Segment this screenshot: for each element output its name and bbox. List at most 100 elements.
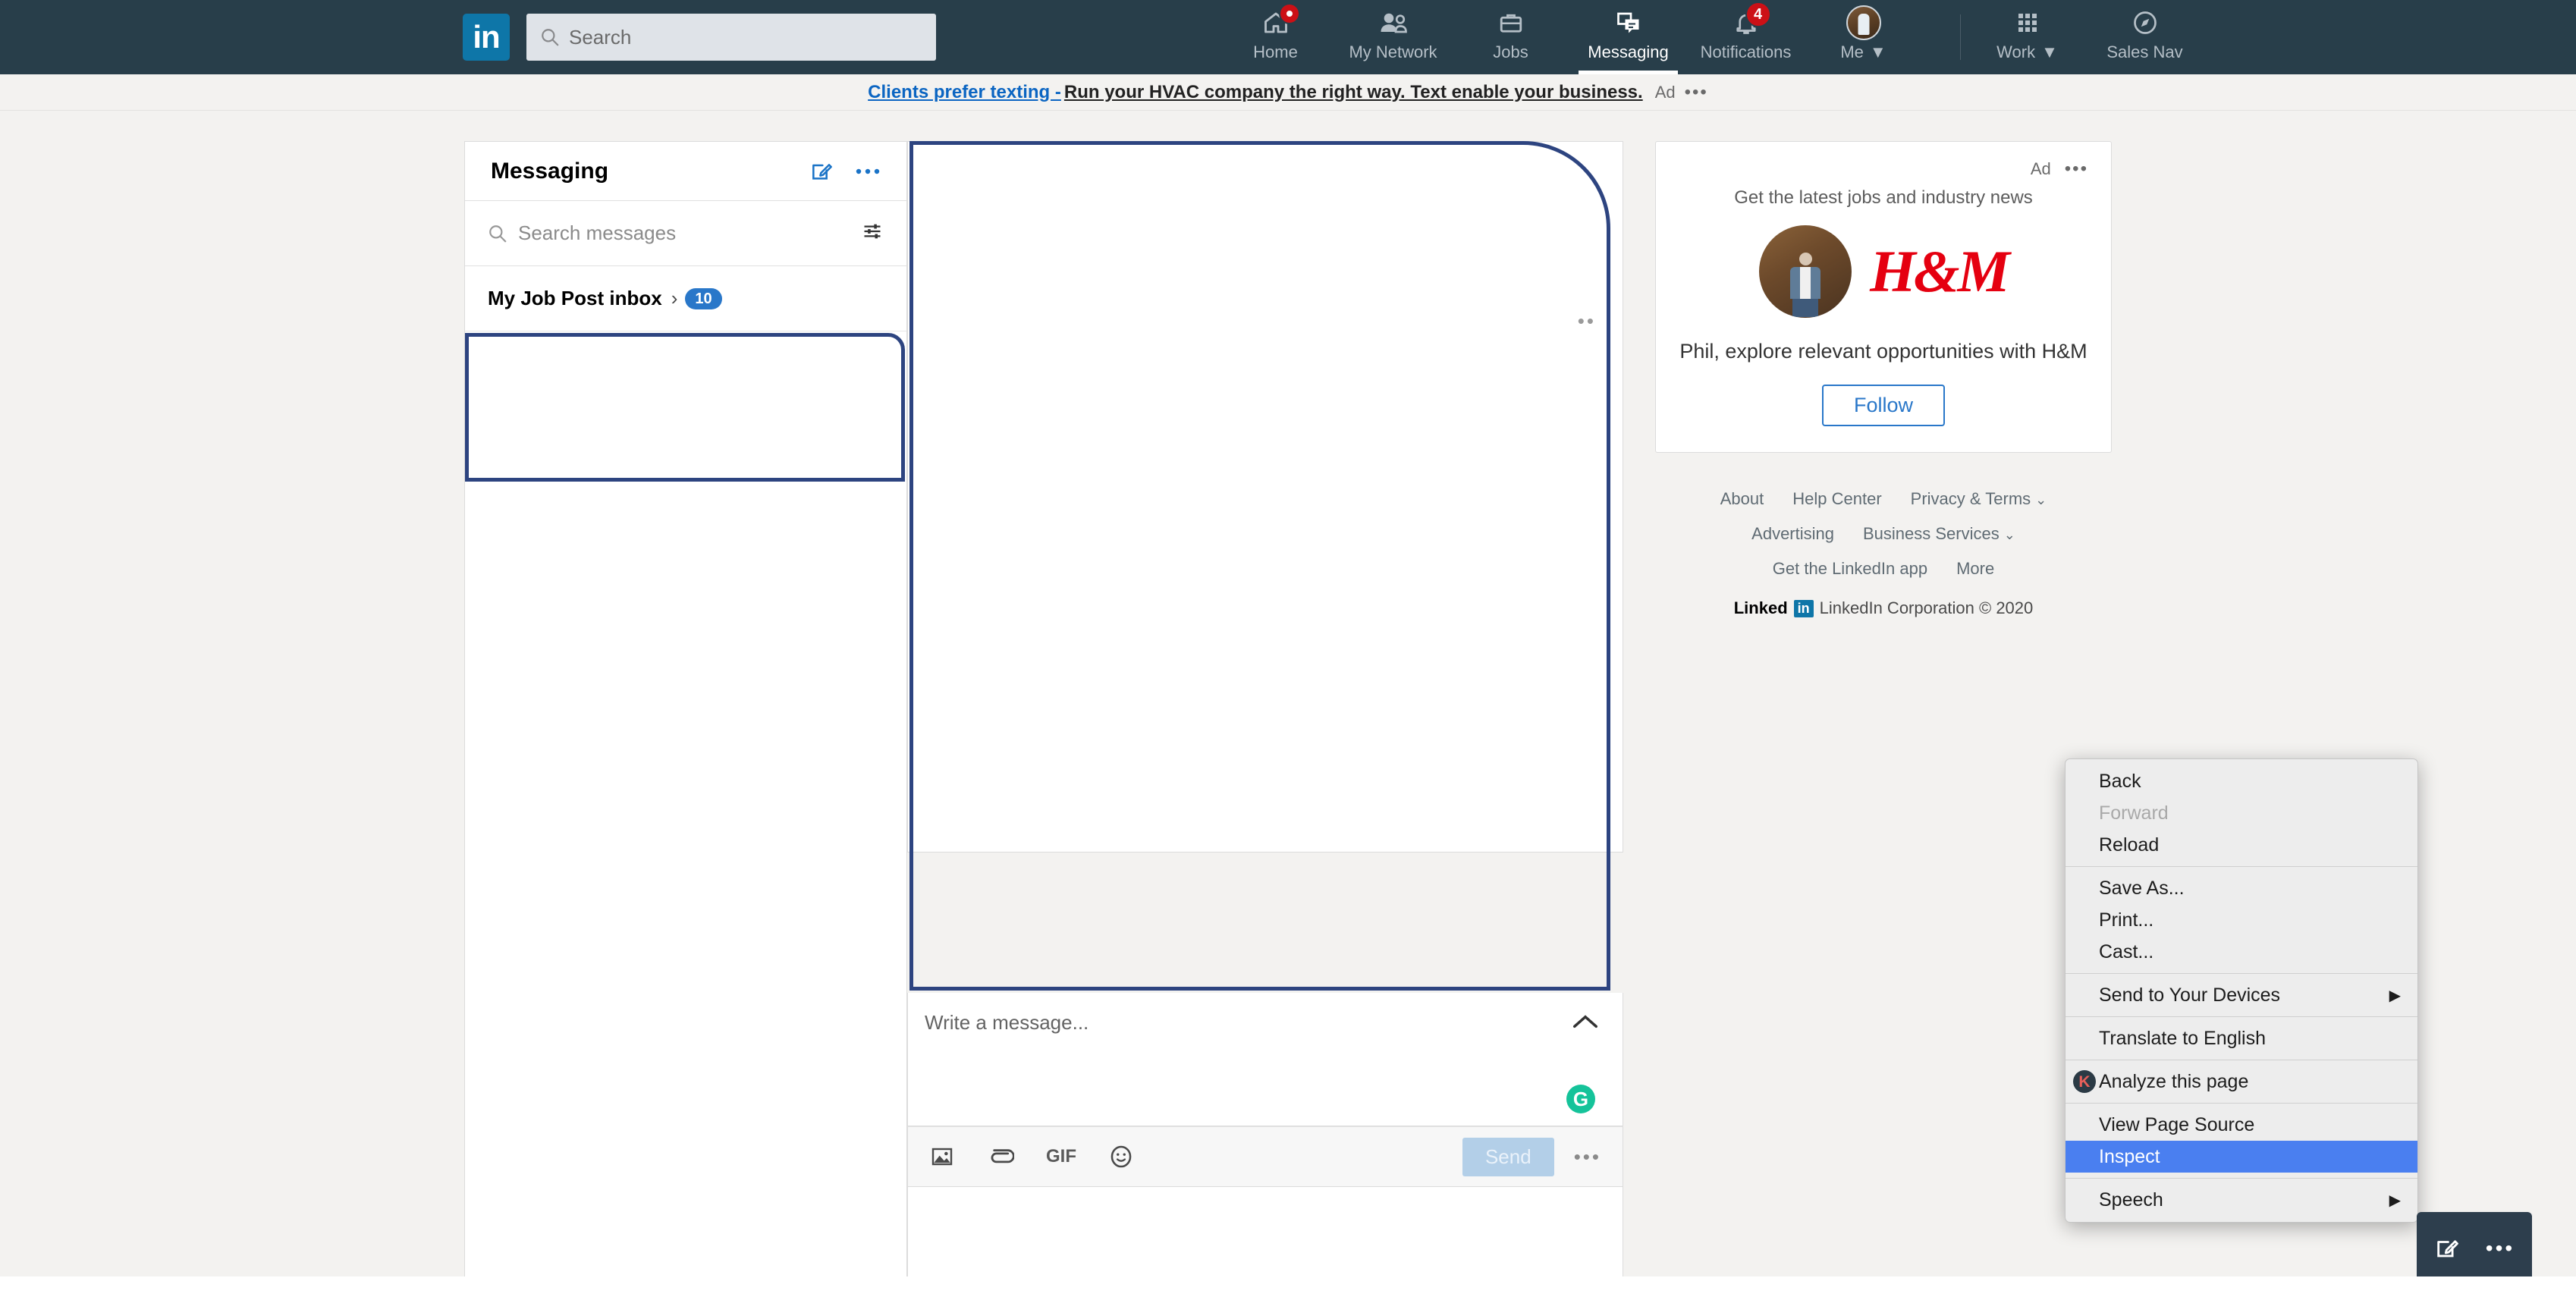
grammarly-icon[interactable]: G: [1566, 1085, 1595, 1113]
copyright-text: LinkedIn Corporation © 2020: [1819, 598, 2034, 618]
nav-left-group: in: [463, 14, 936, 61]
nav-label-my-network: My Network: [1349, 42, 1437, 61]
more-options-icon[interactable]: [855, 166, 881, 177]
nav-label-sales-nav: Sales Nav: [2106, 42, 2183, 61]
context-menu-item-print[interactable]: Print...: [2066, 904, 2417, 936]
footer-link-more[interactable]: More: [1956, 559, 1994, 579]
context-menu-item-back[interactable]: Back: [2066, 765, 2417, 797]
message-thread-panel: •• Write a message... G GIF Send •••: [907, 141, 1623, 1276]
sponsored-banner-more-icon[interactable]: •••: [1685, 82, 1708, 103]
footer-link-advertising[interactable]: Advertising: [1751, 524, 1834, 544]
nav-label-notifications: Notifications: [1700, 42, 1792, 61]
image-icon[interactable]: [929, 1145, 955, 1169]
k-badge-icon: K: [2073, 1070, 2096, 1093]
context-menu-item-inspect[interactable]: Inspect: [2066, 1141, 2417, 1173]
linkedin-messaging-page: in Home: [0, 0, 2576, 1300]
context-menu-label: Print...: [2099, 909, 2154, 931]
ad-card-media: H&M: [1679, 225, 2088, 318]
footer-link-privacy-terms[interactable]: Privacy & Terms ⌄: [1911, 489, 2047, 509]
notifications-badge: 4: [1745, 2, 1771, 27]
nav-item-me[interactable]: Me ▼: [1805, 0, 1922, 74]
nav-item-jobs[interactable]: Jobs: [1452, 0, 1569, 74]
nav-item-notifications[interactable]: 4 Notifications: [1687, 0, 1805, 74]
context-menu-item-view-page-source[interactable]: View Page Source: [2066, 1109, 2417, 1141]
grid-icon: [2014, 8, 2041, 38]
emoji-icon[interactable]: [1108, 1144, 1134, 1170]
linkedin-wordmark: Linked: [1733, 598, 1788, 618]
send-button[interactable]: Send: [1462, 1137, 1554, 1176]
thread-more-options-icon[interactable]: ••: [1578, 309, 1596, 333]
nav-item-messaging[interactable]: Messaging: [1569, 0, 1687, 74]
context-menu-item-save-as[interactable]: Save As...: [2066, 872, 2417, 904]
compose-icon[interactable]: [2434, 1236, 2460, 1261]
chevron-up-icon[interactable]: [1571, 1013, 1600, 1035]
filter-icon[interactable]: [861, 221, 884, 246]
chevron-down-icon: ⌄: [2003, 527, 2015, 543]
message-input-placeholder: Write a message...: [925, 1011, 1089, 1034]
selected-conversation-item[interactable]: [465, 333, 905, 482]
sponsored-banner-tag: Ad: [1654, 82, 1676, 102]
message-composer[interactable]: Write a message... G: [907, 993, 1623, 1126]
footer-link-get-app[interactable]: Get the LinkedIn app: [1773, 559, 1927, 579]
page-bottom-area: [0, 1276, 2576, 1300]
context-menu-label: Speech: [2099, 1189, 2163, 1211]
nav-item-home[interactable]: Home: [1217, 0, 1334, 74]
job-post-inbox-row[interactable]: My Job Post inbox › 10: [465, 266, 906, 331]
context-menu-divider: [2066, 1178, 2417, 1179]
context-menu-divider: [2066, 973, 2417, 974]
follow-button[interactable]: Follow: [1821, 385, 1946, 427]
footer-row: Advertising Business Services ⌄: [1655, 524, 2112, 544]
context-menu-label: Back: [2099, 770, 2141, 792]
chevron-right-icon: ›: [671, 287, 678, 309]
sponsored-banner-text: Run your HVAC company the right way. Tex…: [1063, 81, 1643, 102]
sponsored-banner[interactable]: Clients prefer texting - Run your HVAC c…: [0, 74, 2576, 111]
context-menu-item-translate[interactable]: Translate to English: [2066, 1022, 2417, 1054]
gif-icon[interactable]: GIF: [1046, 1146, 1076, 1167]
page-title: Messaging: [491, 158, 609, 184]
home-icon: [1261, 3, 1300, 38]
context-menu-label: Inspect: [2099, 1145, 2160, 1167]
footer-row: Get the LinkedIn app More: [1655, 559, 2112, 579]
nav-label-home: Home: [1253, 42, 1298, 61]
nav-label-jobs: Jobs: [1493, 42, 1528, 61]
nav-item-my-network[interactable]: My Network: [1334, 0, 1452, 74]
gif-label: GIF: [1046, 1146, 1076, 1167]
ad-card-more-icon[interactable]: •••: [2065, 159, 2088, 180]
linkedin-logo-icon[interactable]: in: [463, 14, 510, 61]
page-footer: About Help Center Privacy & Terms ⌄ Adver…: [1655, 489, 2112, 618]
footer-link-help-center[interactable]: Help Center: [1792, 489, 1881, 509]
footer-link-business-services[interactable]: Business Services ⌄: [1863, 524, 2015, 544]
grammarly-letter: G: [1572, 1088, 1589, 1110]
search-icon: [542, 29, 559, 46]
context-menu-item-send-to-devices[interactable]: Send to Your Devices ▶: [2066, 979, 2417, 1011]
footer-link-label: More: [1956, 559, 1995, 579]
sponsored-banner-link[interactable]: Clients prefer texting -: [868, 82, 1061, 103]
nav-item-work[interactable]: Work ▼: [1968, 0, 2086, 74]
ad-card-headline: Phil, explore relevant opportunities wit…: [1679, 340, 2088, 363]
footer-link-label: Get the LinkedIn app: [1772, 559, 1928, 579]
sponsored-ad-card: Ad ••• Get the latest jobs and industry …: [1655, 141, 2112, 454]
footer-link-about[interactable]: About: [1720, 489, 1764, 509]
context-menu-item-analyze-page[interactable]: K Analyze this page: [2066, 1066, 2417, 1097]
messaging-overlay-more-icon[interactable]: •••: [2486, 1236, 2515, 1261]
briefcase-icon: [1497, 8, 1525, 38]
context-menu-item-reload[interactable]: Reload: [2066, 829, 2417, 861]
nav-divider: [1960, 14, 1961, 60]
search-input[interactable]: [569, 25, 922, 49]
search-messages-input[interactable]: [518, 221, 861, 245]
composer-more-options-icon[interactable]: •••: [1574, 1145, 1601, 1169]
chevron-down-icon: ▼: [2041, 42, 2058, 61]
context-menu-item-cast[interactable]: Cast...: [2066, 936, 2417, 968]
hm-logo-icon: H&M: [1870, 238, 2010, 304]
attachment-icon[interactable]: [987, 1145, 1014, 1168]
context-menu-label: Send to Your Devices: [2099, 984, 2281, 1006]
nav-item-sales-nav[interactable]: Sales Nav: [2086, 0, 2204, 74]
compose-icon[interactable]: [809, 159, 834, 184]
chevron-down-icon: ⌄: [2035, 492, 2047, 508]
global-search-box[interactable]: [526, 14, 936, 61]
context-menu-divider: [2066, 866, 2417, 867]
context-menu-item-speech[interactable]: Speech ▶: [2066, 1184, 2417, 1216]
context-menu-label: Save As...: [2099, 877, 2185, 899]
thread-panel-filler: [907, 1187, 1623, 1276]
context-menu-label: Cast...: [2099, 940, 2154, 962]
